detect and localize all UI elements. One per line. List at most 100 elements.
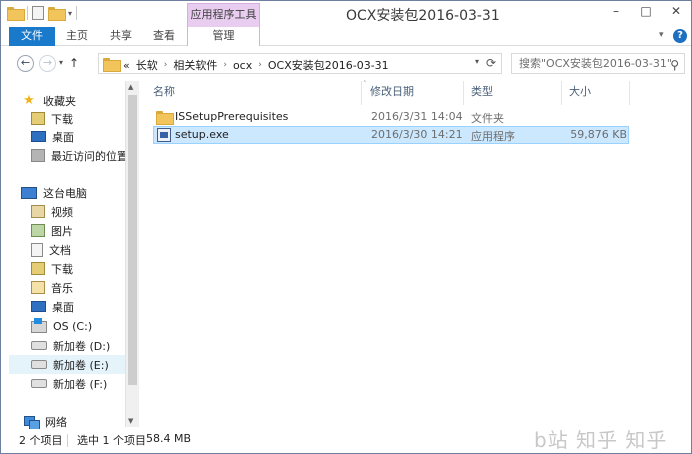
quick-access-toolbar: ▾ — [7, 6, 78, 21]
expand-ribbon-icon[interactable]: ▾ — [659, 30, 671, 42]
nav-label: 新加卷 (F:) — [53, 377, 108, 391]
nav-favorites[interactable]: ★ 收藏夹 — [21, 91, 76, 110]
scrollbar-thumb[interactable] — [128, 95, 137, 385]
customize-chevron-icon[interactable]: ▾ — [68, 9, 72, 18]
folder-icon — [7, 7, 25, 21]
watermark: b站 知乎 知乎 — [534, 428, 668, 452]
tab-file[interactable]: 文件 — [9, 27, 55, 46]
minimize-button[interactable]: – — [601, 1, 631, 23]
nav-item-drive-c[interactable]: OS (C:) — [31, 317, 92, 336]
address-bar[interactable]: « 长软 › 相关软件 › ocx › OCX安装包2016-03-31 ▾ ⟳ — [98, 53, 502, 74]
recent-locations-chevron-icon[interactable]: ▾ — [59, 58, 63, 67]
navigation-pane: ★ 收藏夹 下载 桌面 最近访问的位置 这台电脑 视频 图片 文档 下载 音乐 … — [1, 81, 139, 430]
refresh-icon[interactable]: ⟳ — [486, 56, 496, 70]
column-divider[interactable] — [561, 81, 562, 105]
file-type: 应用程序 — [471, 130, 515, 143]
pictures-folder-icon — [31, 224, 45, 237]
nav-this-pc[interactable]: 这台电脑 — [21, 183, 87, 202]
desktop-icon — [31, 131, 46, 142]
file-name: setup.exe — [175, 128, 229, 141]
search-icon: ⚲ — [670, 58, 679, 72]
nav-label: 视频 — [51, 205, 73, 219]
nav-item-recent-places[interactable]: 最近访问的位置 — [31, 146, 128, 165]
search-placeholder: 搜索"OCX安装包2016-03-31" — [519, 57, 672, 70]
folder-icon — [103, 58, 121, 72]
tab-share[interactable]: 共享 — [107, 27, 135, 46]
tab-manage[interactable]: 管理 — [187, 27, 260, 46]
help-icon[interactable]: ? — [673, 29, 687, 43]
scroll-down-icon[interactable]: ▼ — [128, 417, 133, 425]
divider — [76, 6, 78, 20]
downloads-folder-icon — [31, 262, 45, 275]
file-size: 59,876 KB — [570, 128, 627, 141]
chevron-right-icon[interactable]: › — [164, 60, 168, 70]
title-bar: ▾ 应用程序工具 OCX安装包2016-03-31 – □ ✕ — [1, 1, 691, 27]
breadcrumb-item[interactable]: 相关软件 — [173, 57, 217, 73]
nav-item-drive-f[interactable]: 新加卷 (F:) — [31, 374, 107, 393]
nav-label: 收藏夹 — [43, 94, 76, 108]
file-type: 文件夹 — [471, 112, 504, 125]
column-header-name[interactable]: 名称 — [153, 81, 175, 105]
back-button[interactable]: ← — [17, 55, 34, 72]
breadcrumb-item[interactable]: 长软 — [136, 57, 158, 73]
navigation-bar: ← → ▾ ↑ « 长软 › 相关软件 › ocx › OCX安装包2016-0… — [1, 47, 691, 79]
nav-label: 桌面 — [52, 300, 74, 314]
nav-item-downloads-pc[interactable]: 下载 — [31, 259, 73, 278]
address-history-chevron-icon[interactable]: ▾ — [475, 57, 479, 66]
tab-home[interactable]: 主页 — [63, 27, 91, 46]
chevron-right-icon[interactable]: › — [223, 60, 227, 70]
nav-item-documents[interactable]: 文档 — [31, 240, 71, 259]
column-divider[interactable] — [361, 81, 362, 105]
close-button[interactable]: ✕ — [661, 1, 691, 23]
column-header-size[interactable]: 大小 — [569, 81, 591, 105]
nav-item-drive-d[interactable]: 新加卷 (D:) — [31, 336, 110, 355]
nav-item-music[interactable]: 音乐 — [31, 278, 73, 297]
windows-drive-icon — [31, 317, 47, 333]
up-button[interactable]: ↑ — [69, 56, 79, 70]
music-folder-icon — [31, 281, 45, 294]
nav-item-videos[interactable]: 视频 — [31, 202, 73, 221]
breadcrumb-item[interactable]: OCX安装包2016-03-31 — [268, 57, 389, 73]
window-title: OCX安装包2016-03-31 — [346, 8, 500, 24]
nav-item-desktop-pc[interactable]: 桌面 — [31, 297, 74, 316]
nav-label: 这台电脑 — [43, 186, 87, 200]
nav-label: 新加卷 (E:) — [53, 358, 109, 372]
breadcrumb-overflow[interactable]: « — [123, 59, 130, 72]
column-header-modified[interactable]: 修改日期 — [370, 81, 414, 105]
explorer-window: ▾ 应用程序工具 OCX安装包2016-03-31 – □ ✕ 文件 主页 共享… — [0, 0, 692, 454]
star-icon: ★ — [23, 93, 35, 108]
nav-label: 文档 — [49, 243, 71, 257]
nav-item-downloads[interactable]: 下载 — [31, 109, 73, 128]
scroll-up-icon[interactable]: ▲ — [128, 83, 133, 91]
divider — [67, 434, 68, 447]
column-divider[interactable] — [463, 81, 464, 105]
column-divider[interactable] — [629, 81, 630, 105]
nav-label: 下载 — [51, 262, 73, 276]
table-row[interactable]: setup.exe 2016/3/30 14:21 应用程序 59,876 KB — [153, 126, 629, 144]
file-modified: 2016/3/30 14:21 — [371, 128, 463, 141]
nav-item-desktop[interactable]: 桌面 — [31, 127, 74, 146]
nav-item-drive-e[interactable]: 新加卷 (E:) — [9, 355, 125, 374]
maximize-button[interactable]: □ — [631, 1, 661, 23]
chevron-right-icon[interactable]: › — [258, 60, 262, 70]
forward-button[interactable]: → — [39, 55, 56, 72]
table-row[interactable]: ISSetupPrerequisites 2016/3/31 14:04 文件夹 — [153, 108, 629, 126]
downloads-folder-icon — [31, 112, 45, 125]
nav-label: 桌面 — [52, 130, 74, 144]
computer-icon — [21, 186, 37, 199]
nav-label: 网络 — [45, 415, 67, 429]
new-folder-icon[interactable] — [48, 7, 66, 21]
nav-pane-scrollbar[interactable]: ▲ ▼ — [125, 81, 139, 427]
status-item-count: 2 个项目 — [19, 434, 63, 447]
column-header-type[interactable]: 类型 — [471, 81, 493, 105]
divider — [27, 6, 28, 20]
search-input[interactable]: 搜索"OCX安装包2016-03-31" ⚲ — [511, 53, 685, 74]
nav-item-pictures[interactable]: 图片 — [31, 221, 73, 240]
tab-view[interactable]: 查看 — [150, 27, 178, 46]
properties-icon[interactable] — [32, 6, 44, 20]
ribbon-tabs: 文件 主页 共享 查看 管理 ▾ ? — [1, 27, 691, 46]
nav-label: OS (C:) — [53, 320, 93, 333]
nav-label: 新加卷 (D:) — [53, 339, 111, 353]
network-icon — [23, 415, 40, 430]
breadcrumb-item[interactable]: ocx — [233, 59, 252, 72]
